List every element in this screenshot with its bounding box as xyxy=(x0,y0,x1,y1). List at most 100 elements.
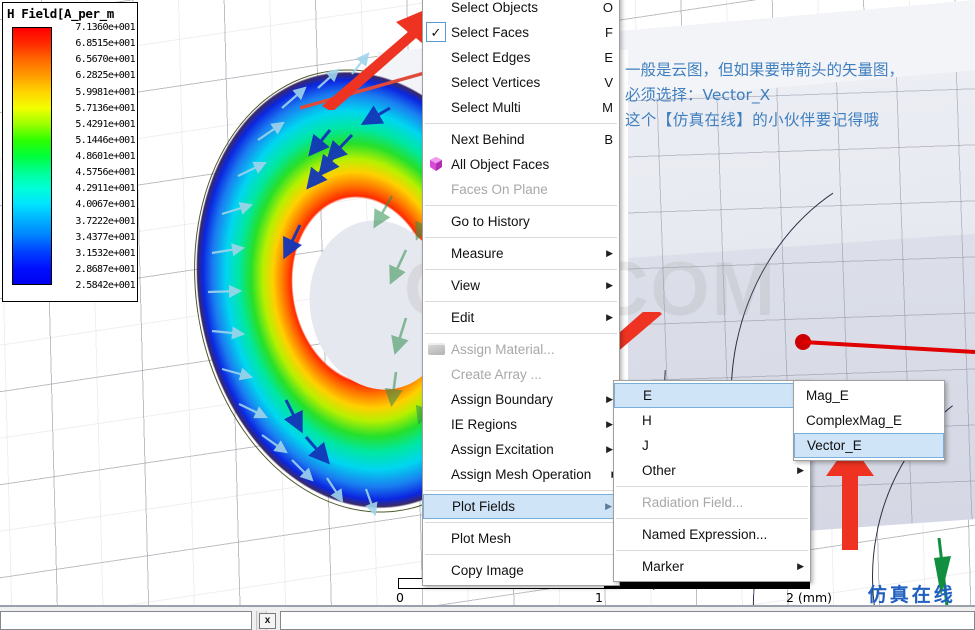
menu-item-field-h[interactable]: H ▶ xyxy=(614,408,810,433)
legend-value: 5.4291e+001 xyxy=(75,118,135,130)
menu-item-label: Select Edges xyxy=(451,50,531,65)
menu-item-field-e[interactable]: E ▶ xyxy=(614,383,810,408)
menu-item-label: Vector_E xyxy=(807,438,862,453)
menu-separator xyxy=(616,550,808,551)
menu-item-edit[interactable]: Edit ▶ xyxy=(423,305,619,330)
menu-item-radiation-field: Radiation Field... xyxy=(614,490,810,515)
submenu-arrow-icon: ▶ xyxy=(605,501,612,511)
menu-separator xyxy=(425,301,617,302)
menu-separator xyxy=(425,205,617,206)
menu-separator xyxy=(425,522,617,523)
menu-item-go-to-history[interactable]: Go to History xyxy=(423,209,619,234)
menu-item-label: Assign Boundary xyxy=(451,392,554,407)
menu-item-label: Plot Mesh xyxy=(451,531,512,546)
menu-item-assign-material: Assign Material... xyxy=(423,337,619,362)
menu-item-accelerator: E xyxy=(604,50,613,65)
menu-item-label: Create Array ... xyxy=(451,367,542,382)
submenu-arrow-icon: ▶ xyxy=(797,465,804,475)
menu-item-named-expression[interactable]: Named Expression... xyxy=(614,522,810,547)
legend-color-bar xyxy=(12,27,52,285)
legend-value: 6.5670e+001 xyxy=(75,54,135,66)
menu-item-mag-e[interactable]: Mag_E xyxy=(794,383,944,408)
context-menu[interactable]: Select Objects O ✓ Select Faces F Select… xyxy=(422,0,620,586)
material-icon xyxy=(428,343,445,355)
menu-item-accelerator: B xyxy=(604,132,613,147)
scale-tick-2: 2 (mm) xyxy=(786,590,833,605)
red-pointer-line xyxy=(795,334,975,354)
menu-item-view[interactable]: View ▶ xyxy=(423,273,619,298)
menu-item-accelerator: O xyxy=(602,0,613,15)
menu-item-field-j[interactable]: J ▶ xyxy=(614,433,810,458)
menu-item-copy-image[interactable]: Copy Image xyxy=(423,558,619,583)
status-field-right[interactable] xyxy=(280,611,975,630)
status-bar-divider xyxy=(0,605,975,607)
legend-value: 3.4377e+001 xyxy=(75,231,135,243)
menu-item-plot-fields[interactable]: Plot Fields ▶ xyxy=(423,494,619,519)
status-bar: x xyxy=(0,605,975,630)
legend-title: H Field[A_per_m xyxy=(7,6,114,21)
menu-item-plot-mesh[interactable]: Plot Mesh xyxy=(423,526,619,551)
menu-item-field-other[interactable]: Other ▶ xyxy=(614,458,810,483)
menu-item-complexmag-e[interactable]: ComplexMag_E xyxy=(794,408,944,433)
menu-item-label: Go to History xyxy=(451,214,530,229)
menu-item-label: Select Vertices xyxy=(451,75,541,90)
plot-fields-submenu[interactable]: E ▶ H ▶ J ▶ Other ▶ Radiation Field... N… xyxy=(613,380,811,582)
menu-item-measure[interactable]: Measure ▶ xyxy=(423,241,619,266)
legend-value: 4.5756e+001 xyxy=(75,167,135,179)
menu-item-select-vertices[interactable]: Select Vertices V xyxy=(423,70,619,95)
menu-item-label: Select Multi xyxy=(451,100,521,115)
annotation-line-1: 一般是云图，但如果要带箭头的矢量图， xyxy=(625,61,905,79)
menu-item-label: Marker xyxy=(642,559,685,574)
legend-value: 2.5842e+001 xyxy=(75,280,135,291)
legend-value: 6.8515e+001 xyxy=(75,38,135,50)
menu-item-vector-e[interactable]: Vector_E xyxy=(794,433,944,458)
menu-item-label: Radiation Field... xyxy=(642,495,744,510)
legend-value: 4.0067e+001 xyxy=(75,199,135,211)
menu-item-assign-mesh-operation[interactable]: Assign Mesh Operation ▶ xyxy=(423,462,619,487)
submenu-arrow-icon: ▶ xyxy=(606,419,613,429)
menu-item-assign-excitation[interactable]: Assign Excitation ▶ xyxy=(423,437,619,462)
close-icon[interactable]: x xyxy=(259,613,276,629)
legend-value: 5.9981e+001 xyxy=(75,86,135,98)
menu-item-select-edges[interactable]: Select Edges E xyxy=(423,45,619,70)
menu-item-all-object-faces[interactable]: All Object Faces xyxy=(423,152,619,177)
legend-value: 4.8601e+001 xyxy=(75,151,135,162)
menu-separator xyxy=(425,269,617,270)
legend-value: 7.1360e+001 xyxy=(75,22,135,33)
menu-item-label: All Object Faces xyxy=(451,157,550,172)
menu-item-accelerator: M xyxy=(602,100,613,115)
menu-item-label: E xyxy=(643,388,653,403)
menu-item-label: Copy Image xyxy=(451,563,524,578)
menu-item-marker[interactable]: Marker ▶ xyxy=(614,554,810,579)
legend-value: 2.8687e+001 xyxy=(75,263,135,275)
annotation-note: 一般是云图，但如果要带箭头的矢量图， 必须选择：Vector_X 这个【仿真在线… xyxy=(625,58,975,133)
field-legend[interactable]: H Field[A_per_m 7.1360e+001 6.8515e+001 … xyxy=(2,2,138,302)
menu-item-accelerator: F xyxy=(605,25,613,40)
menu-item-label: Next Behind xyxy=(451,132,525,147)
submenu-arrow-icon: ▶ xyxy=(606,280,613,290)
submenu-arrow-icon: ▶ xyxy=(606,444,613,454)
scale-tick-1: 1 xyxy=(595,590,603,605)
menu-separator xyxy=(425,237,617,238)
legend-value: 6.2825e+001 xyxy=(75,70,135,82)
menu-item-label: Plot Fields xyxy=(452,499,516,514)
menu-item-assign-boundary[interactable]: Assign Boundary ▶ xyxy=(423,387,619,412)
menu-item-label: Named Expression... xyxy=(642,527,768,542)
menu-separator xyxy=(425,554,617,555)
menu-item-label: IE Regions xyxy=(451,417,518,432)
submenu-arrow-icon: ▶ xyxy=(606,394,613,404)
menu-item-label: Measure xyxy=(451,246,504,261)
red-pointer-line-secondary xyxy=(300,70,429,110)
annotation-line-2: 必须选择：Vector_X xyxy=(625,86,771,104)
menu-item-select-multi[interactable]: Select Multi M xyxy=(423,95,619,120)
menu-item-ie-regions[interactable]: IE Regions ▶ xyxy=(423,412,619,437)
menu-item-next-behind[interactable]: Next Behind B xyxy=(423,127,619,152)
menu-item-select-faces[interactable]: ✓ Select Faces F xyxy=(423,20,619,45)
scale-tick-0: 0 xyxy=(396,590,404,605)
menu-separator xyxy=(425,490,617,491)
e-field-submenu[interactable]: Mag_E ComplexMag_E Vector_E xyxy=(793,380,945,461)
legend-value: 3.1532e+001 xyxy=(75,247,135,259)
status-field-left[interactable] xyxy=(0,611,252,630)
menu-item-select-objects[interactable]: Select Objects O xyxy=(423,0,619,20)
checkbox-checked-icon[interactable]: ✓ xyxy=(426,22,446,42)
